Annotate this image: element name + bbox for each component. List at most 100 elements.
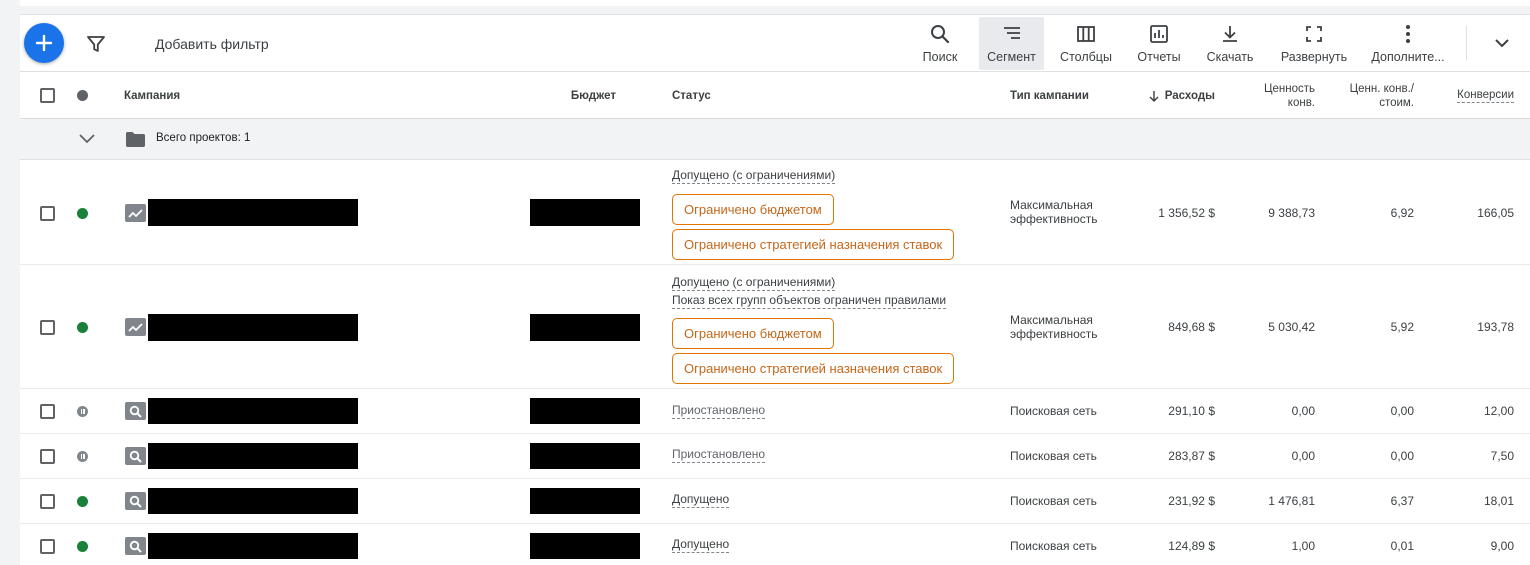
toolbar-columns-button[interactable]: Столбцы	[1056, 17, 1116, 70]
toolbar-search-button[interactable]: Поиск	[918, 17, 962, 70]
header-conv-value-line2: конв.	[1287, 96, 1315, 109]
campaign-name-redacted[interactable]	[148, 488, 358, 514]
conversions-value: 193,78	[1477, 320, 1514, 334]
status-line: Допущено	[672, 492, 730, 508]
create-button[interactable]	[24, 23, 64, 63]
status-line: Приостановлено	[672, 447, 766, 463]
status-text[interactable]: Приостановлено	[672, 447, 766, 463]
columns-icon	[1077, 26, 1095, 42]
value-per-cost: 0,00	[1390, 449, 1414, 463]
header-conv-value-line1: Ценность	[1263, 82, 1315, 95]
download-icon	[1223, 26, 1237, 42]
status-chip-budget[interactable]: Ограничено бюджетом	[672, 194, 834, 225]
group-label: Всего проектов: 1	[156, 132, 251, 144]
conversions-value: 9,00	[1490, 539, 1514, 553]
table-header: Кампания Бюджет Статус Тип кампании Расх…	[20, 72, 1530, 119]
select-all-checkbox[interactable]	[40, 88, 55, 103]
status-text[interactable]: Приостановлено	[672, 403, 766, 419]
header-status[interactable]: Статус	[672, 72, 711, 119]
campaign-name-redacted[interactable]	[148, 533, 358, 559]
toolbar-divider	[1466, 26, 1467, 60]
cost-value: 124,89 $	[1168, 539, 1215, 553]
group-row: Всего проектов: 1	[20, 119, 1530, 160]
status-text[interactable]: Допущено (с ограничениями)	[672, 168, 836, 184]
table-row: Допущено (с ограничениями) Показ всех гр…	[20, 265, 1530, 389]
status-chip-bid-strategy[interactable]: Ограничено стратегией назначения ставок	[672, 229, 955, 260]
header-budget[interactable]: Бюджет	[452, 72, 616, 119]
chevron-down-icon[interactable]	[1492, 33, 1512, 53]
campaign-type: Максимальная эффективность	[1010, 313, 1098, 341]
cost-value: 283,87 $	[1168, 449, 1215, 463]
toolbar-more-button[interactable]: Дополните...	[1370, 17, 1446, 70]
conv-value: 0,00	[1291, 449, 1315, 463]
status-line: Допущено	[672, 537, 730, 553]
conv-value: 1 476,81	[1268, 494, 1315, 508]
table-row: Допущено (с ограничениями) Ограничено бю…	[20, 160, 1530, 265]
plus-icon	[35, 34, 53, 52]
budget-redacted[interactable]	[530, 199, 640, 226]
reports-icon	[1150, 25, 1168, 43]
status-chip-bid-strategy[interactable]: Ограничено стратегией назначения ставок	[672, 353, 955, 384]
campaign-name-redacted[interactable]	[148, 443, 358, 469]
add-filter-link[interactable]: Добавить фильтр	[155, 36, 269, 52]
filter-icon[interactable]	[86, 34, 106, 54]
performance-icon	[125, 204, 146, 222]
budget-redacted[interactable]	[530, 314, 640, 341]
budget-redacted[interactable]	[530, 488, 640, 514]
status-text[interactable]: Допущено	[672, 537, 730, 553]
status-column-icon	[77, 90, 88, 101]
campaign-name-redacted[interactable]	[148, 398, 358, 424]
budget-redacted[interactable]	[530, 398, 640, 424]
status-line: Приостановлено	[672, 403, 766, 419]
toolbar-download-button[interactable]: Скачать	[1202, 17, 1258, 70]
status-line: Допущено (с ограничениями)	[672, 275, 836, 291]
campaign-name-redacted[interactable]	[148, 199, 358, 226]
campaign-type: Поисковая сеть	[1010, 494, 1097, 508]
campaign-type: Поисковая сеть	[1010, 449, 1097, 463]
search-icon	[931, 25, 950, 44]
table-row: Приостановлено Поисковая сеть 283,87 $ 0…	[20, 434, 1530, 479]
toolbar-reports-button[interactable]: Отчеты	[1132, 17, 1186, 70]
search-campaign-icon	[125, 537, 146, 555]
row-checkbox[interactable]	[40, 320, 55, 335]
status-line: Показ всех групп объектов ограничен прав…	[672, 293, 947, 309]
row-checkbox[interactable]	[40, 494, 55, 509]
top-strip	[0, 0, 1530, 14]
more-icon	[1406, 25, 1410, 43]
cost-value: 1 356,52 $	[1158, 206, 1215, 220]
toolbar-expand-label: Развернуть	[1280, 50, 1348, 64]
row-checkbox[interactable]	[40, 449, 55, 464]
conversions-value: 7,50	[1490, 449, 1514, 463]
header-conversions-label: Конверсии	[1457, 88, 1514, 103]
status-text[interactable]: Допущено (с ограничениями) Показ всех гр…	[672, 273, 947, 309]
header-cost-label: Расходы	[1164, 89, 1215, 102]
toolbar-reports-label: Отчеты	[1137, 50, 1181, 64]
header-campaign[interactable]: Кампания	[124, 72, 180, 119]
toolbar-search-label: Поиск	[922, 50, 958, 64]
header-conv-value[interactable]: Ценность конв.	[1223, 72, 1315, 119]
toolbar-segment-button[interactable]: Сегмент	[979, 17, 1044, 70]
header-campaign-type[interactable]: Тип кампании	[1010, 72, 1089, 119]
status-paused-icon	[77, 406, 88, 417]
table-row: Допущено Поисковая сеть 124,89 $ 1,00 0,…	[20, 524, 1530, 565]
header-cost[interactable]: Расходы	[1116, 72, 1215, 119]
header-conversions[interactable]: Конверсии	[1421, 72, 1514, 119]
table-row: Допущено Поисковая сеть 231,92 $ 1 476,8…	[20, 479, 1530, 524]
campaign-name-redacted[interactable]	[148, 314, 358, 341]
conv-value: 9 388,73	[1268, 206, 1315, 220]
row-checkbox[interactable]	[40, 539, 55, 554]
budget-redacted[interactable]	[530, 533, 640, 559]
row-checkbox[interactable]	[40, 206, 55, 221]
campaign-type: Поисковая сеть	[1010, 539, 1097, 553]
status-text[interactable]: Допущено	[672, 492, 730, 508]
toolbar-more-label: Дополните...	[1371, 50, 1445, 64]
row-checkbox[interactable]	[40, 404, 55, 419]
search-campaign-icon	[125, 492, 146, 510]
toolbar-expand-button[interactable]: Развернуть	[1274, 17, 1354, 70]
status-line: Допущено (с ограничениями)	[672, 168, 836, 184]
chevron-down-icon[interactable]	[78, 131, 96, 145]
budget-redacted[interactable]	[530, 443, 640, 469]
header-value-per-cost[interactable]: Ценн. конв./ стоим.	[1322, 72, 1414, 119]
status-chip-budget[interactable]: Ограничено бюджетом	[672, 318, 834, 349]
conversions-value: 18,01	[1483, 494, 1514, 508]
